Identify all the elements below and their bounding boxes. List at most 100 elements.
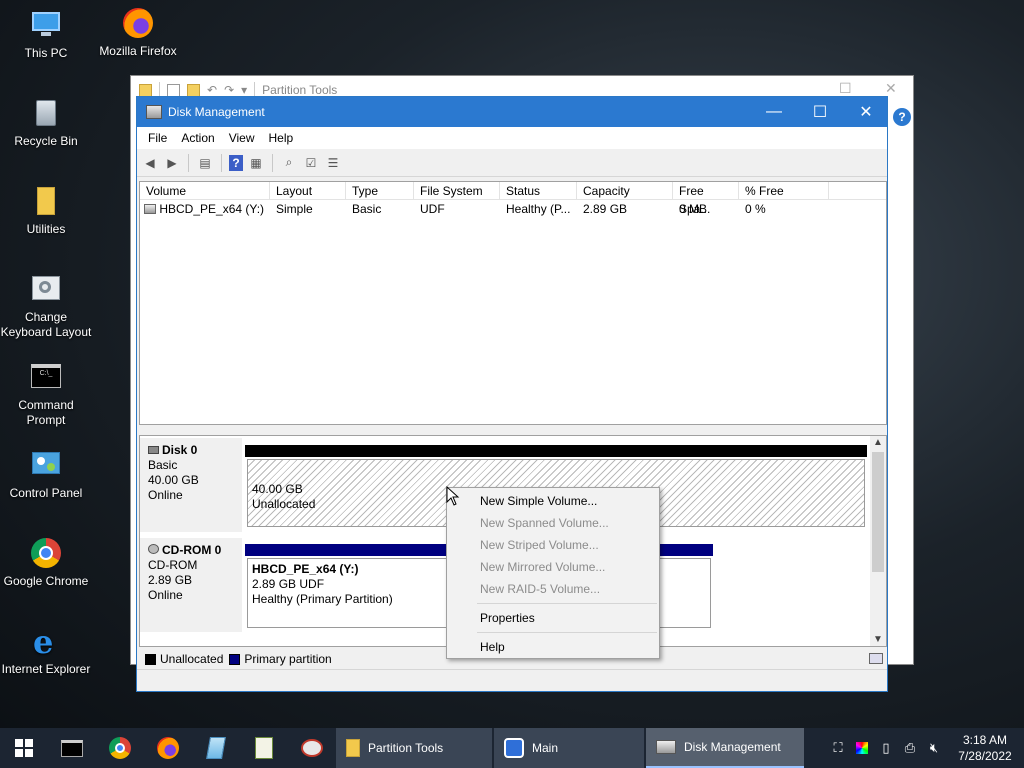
cell-capacity: 2.89 GB xyxy=(583,202,628,216)
column-percent-free[interactable]: % Free xyxy=(739,182,829,199)
column-capacity[interactable]: Capacity xyxy=(577,182,673,199)
cell-volume: HBCD_PE_x64 (Y:) xyxy=(140,200,270,218)
column-status[interactable]: Status xyxy=(500,182,577,199)
menu-item-new-striped-volume[interactable]: New Striped Volume... xyxy=(447,534,659,556)
chevron-down-icon: ▾ xyxy=(241,83,248,97)
monitor-icon xyxy=(29,8,63,42)
status-bar xyxy=(137,669,887,691)
minimize-button[interactable]: — xyxy=(751,97,797,127)
maximize-button[interactable]: ☐ xyxy=(797,97,843,127)
cell-free-space: 0 MB xyxy=(679,202,708,216)
unallocated-strip xyxy=(245,445,867,457)
desktop-icon-label: Control Panel xyxy=(9,486,83,500)
column-free-space[interactable]: Free Spa... xyxy=(673,182,739,216)
firefox-icon xyxy=(157,737,179,759)
cdrom-0-label[interactable]: CD-ROM 0 CD-ROM 2.89 GB Online xyxy=(140,538,242,632)
chrome-icon xyxy=(109,737,131,759)
desktop-icon-command-prompt[interactable]: C:\_ Command Prompt xyxy=(0,360,92,428)
taskbar-editor[interactable] xyxy=(240,728,288,768)
desktop-icon-firefox[interactable]: Mozilla Firefox xyxy=(92,6,184,59)
desktop-icon-control-panel[interactable]: Control Panel xyxy=(0,448,92,501)
folder-icon xyxy=(139,83,152,97)
tool-icon xyxy=(301,739,323,757)
taskbar-command-prompt[interactable] xyxy=(48,728,96,768)
disk-management-icon xyxy=(656,740,676,754)
desktop-icon-utilities[interactable]: Utilities xyxy=(0,184,92,237)
menu-item-help[interactable]: Help xyxy=(447,636,659,658)
menu-view[interactable]: View xyxy=(222,131,262,145)
maximize-button[interactable]: ☐ xyxy=(839,80,852,97)
desktop-icon-label: Recycle Bin xyxy=(14,134,78,148)
cd-icon xyxy=(148,544,159,554)
menu-item-new-raid5-volume[interactable]: New RAID-5 Volume... xyxy=(447,578,659,600)
cell-file-system: UDF xyxy=(420,202,445,216)
check-icon[interactable]: ☑ xyxy=(302,154,320,172)
taskbar-app-main[interactable]: Main xyxy=(494,728,644,768)
desktop-icon-this-pc[interactable]: This PC xyxy=(0,8,92,61)
disk-0-label[interactable]: Disk 0 Basic 40.00 GB Online xyxy=(140,438,242,532)
legend-options-icon[interactable] xyxy=(869,653,883,664)
desktop-icon-label: Mozilla Firefox xyxy=(99,44,177,58)
column-file-system[interactable]: File System xyxy=(414,182,500,199)
volume-list[interactable]: Volume Layout Type File System Status Ca… xyxy=(139,181,887,425)
desktop-icon-keyboard-layout[interactable]: Change Keyboard Layout xyxy=(0,272,92,340)
cell-layout: Simple xyxy=(276,202,313,216)
column-type[interactable]: Type xyxy=(346,182,414,199)
menu-help[interactable]: Help xyxy=(262,131,301,145)
menu-item-new-mirrored-volume[interactable]: New Mirrored Volume... xyxy=(447,556,659,578)
taskbar-chrome[interactable] xyxy=(96,728,144,768)
desktop-icon-recycle-bin[interactable]: Recycle Bin xyxy=(0,96,92,149)
close-button[interactable]: ✕ xyxy=(885,80,897,97)
help-icon[interactable]: ? xyxy=(229,154,243,171)
properties-icon[interactable]: ☰ xyxy=(324,154,342,172)
menu-action[interactable]: Action xyxy=(174,131,221,145)
display-settings-icon[interactable] xyxy=(850,742,874,754)
scroll-up-icon[interactable]: ▲ xyxy=(870,437,886,448)
internet-explorer-icon: e xyxy=(33,623,54,661)
desktop-icon-internet-explorer[interactable]: e Internet Explorer xyxy=(0,624,92,677)
taskbar-app-partition-tools[interactable]: Partition Tools xyxy=(336,728,492,768)
menu-item-new-simple-volume[interactable]: New Simple Volume... xyxy=(447,490,659,512)
list-view-icon[interactable]: ▦ xyxy=(247,154,265,172)
undo-icon: ↶ xyxy=(207,83,218,97)
taskbar-firefox[interactable] xyxy=(144,728,192,768)
cell-percent-free: 0 % xyxy=(745,202,766,216)
windows-logo-icon xyxy=(15,739,33,757)
properties-icon xyxy=(167,83,180,97)
scroll-down-icon[interactable]: ▼ xyxy=(870,634,886,645)
column-volume[interactable]: Volume xyxy=(140,182,270,199)
document-edit-icon xyxy=(255,737,273,759)
clock[interactable]: 3:18 AM 7/28/2022 xyxy=(946,732,1024,764)
back-arrow-icon[interactable]: ◀ xyxy=(141,154,159,172)
usb-icon[interactable]: ⎙ xyxy=(898,740,922,756)
clock-time: 3:18 AM xyxy=(962,733,1008,747)
legend-unallocated: Unallocated xyxy=(160,652,224,666)
show-hide-console-tree-icon[interactable]: ▤ xyxy=(196,154,214,172)
system-tray: ⛶ ▯ ⎙ 🔇︎ 3:18 AM 7/28/2022 xyxy=(826,728,1024,768)
folder-icon xyxy=(29,184,63,218)
start-button[interactable] xyxy=(0,728,48,768)
disk-icon xyxy=(148,446,159,454)
close-button[interactable]: ✕ xyxy=(843,97,889,127)
recycle-bin-icon xyxy=(29,96,63,130)
firefox-icon xyxy=(121,6,155,40)
volume-muted-icon[interactable]: 🔇︎ xyxy=(922,740,946,756)
network-icon[interactable]: ⛶ xyxy=(826,740,850,756)
taskbar-tool[interactable] xyxy=(288,728,336,768)
menu-file[interactable]: File xyxy=(141,131,174,145)
column-layout[interactable]: Layout xyxy=(270,182,346,199)
taskbar-notepad[interactable] xyxy=(192,728,240,768)
connect-icon[interactable]: ⌕ xyxy=(280,154,298,172)
scrollbar-thumb[interactable] xyxy=(872,452,884,572)
forward-arrow-icon[interactable]: ▶ xyxy=(163,154,181,172)
help-icon[interactable]: ? xyxy=(893,108,911,126)
desktop-icon-chrome[interactable]: Google Chrome xyxy=(0,536,92,589)
menu-item-properties[interactable]: Properties xyxy=(447,607,659,629)
menu-item-new-spanned-volume[interactable]: New Spanned Volume... xyxy=(447,512,659,534)
table-row[interactable]: HBCD_PE_x64 (Y:) Simple Basic UDF Health… xyxy=(140,200,886,218)
disk-pane-scrollbar[interactable]: ▲ ▼ xyxy=(870,436,886,646)
taskbar-app-disk-management[interactable]: Disk Management xyxy=(646,728,804,768)
terminal-icon xyxy=(61,739,83,757)
terminal-icon: C:\_ xyxy=(29,360,63,394)
clipboard-icon[interactable]: ▯ xyxy=(874,740,898,756)
